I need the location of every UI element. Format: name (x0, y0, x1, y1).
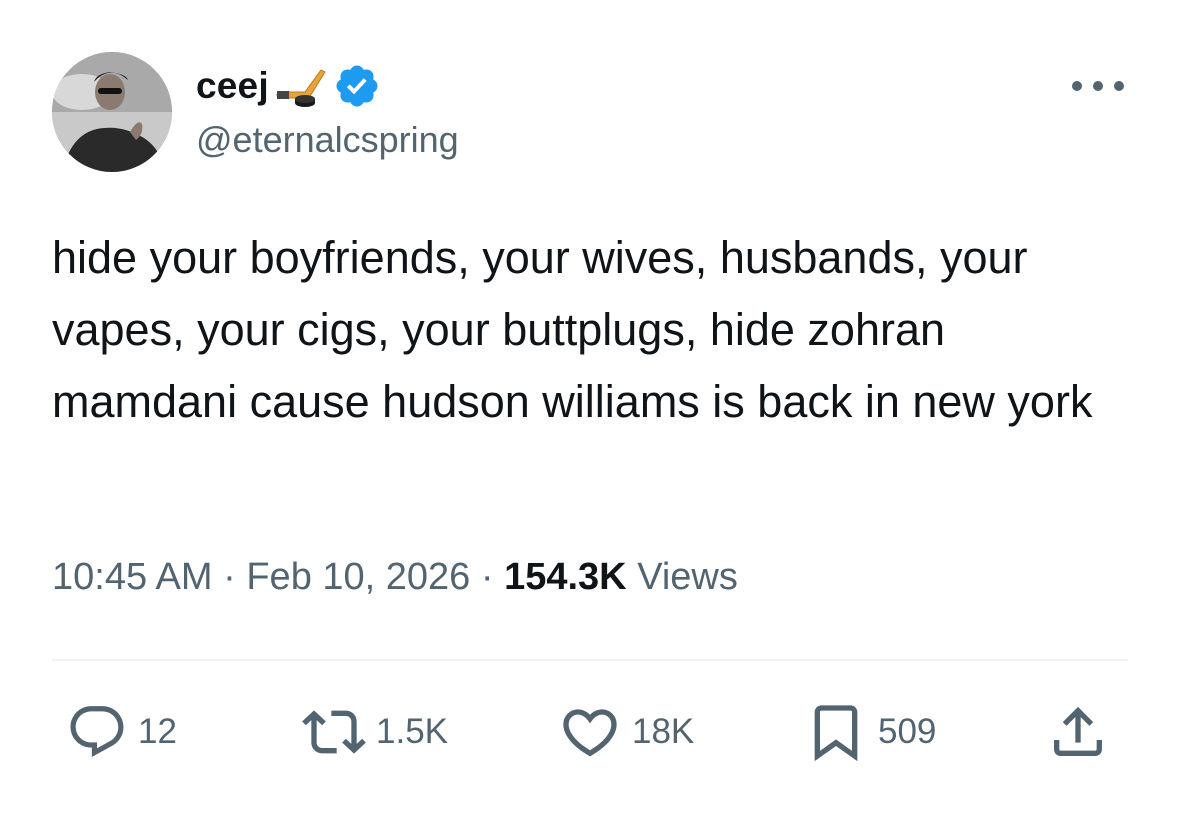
author-handle[interactable]: @eternalcspring (196, 119, 459, 161)
more-options-button[interactable] (1072, 74, 1124, 98)
share-button[interactable] (1046, 700, 1110, 764)
more-dot-icon (1072, 81, 1082, 91)
like-count: 18K (632, 712, 695, 751)
bookmark-button[interactable]: 509 (804, 700, 936, 764)
views-count: 154.3K (504, 556, 638, 598)
meta-separator: · (223, 556, 247, 598)
repost-icon (302, 710, 366, 754)
tweet-metadata: 10:45 AM · Feb 10, 2026 · 154.3K Views (52, 556, 738, 599)
heart-icon (563, 709, 617, 757)
author-name-row: ceej (196, 60, 381, 112)
tweet-time[interactable]: 10:45 AM (52, 556, 213, 598)
repost-count: 1.5K (376, 712, 448, 751)
tweet-text: hide your boyfriends, your wives, husban… (52, 232, 1093, 427)
views-label: Views (637, 556, 738, 598)
more-dot-icon (1093, 81, 1103, 91)
meta-separator: · (480, 556, 505, 598)
hockey-stick-puck-icon (271, 60, 331, 112)
reply-count: 12 (138, 712, 177, 751)
like-button[interactable]: 18K (558, 700, 694, 764)
author-display-name[interactable]: ceej (196, 65, 269, 107)
reply-icon (70, 706, 124, 758)
more-dot-icon (1114, 81, 1124, 91)
tweet-date[interactable]: Feb 10, 2026 (246, 556, 470, 598)
tweet-card: ceej @eternalcspring hide your boyfriend… (0, 0, 1179, 813)
bookmark-icon (814, 705, 858, 762)
verified-badge-icon[interactable] (333, 62, 381, 110)
action-bar: 12 1.5K 18K 509 (0, 700, 1179, 764)
divider (52, 659, 1128, 661)
avatar[interactable] (52, 52, 172, 172)
bookmark-count: 509 (878, 712, 937, 751)
reply-button[interactable]: 12 (66, 700, 177, 764)
share-icon (1054, 706, 1102, 756)
repost-button[interactable]: 1.5K (302, 700, 448, 764)
